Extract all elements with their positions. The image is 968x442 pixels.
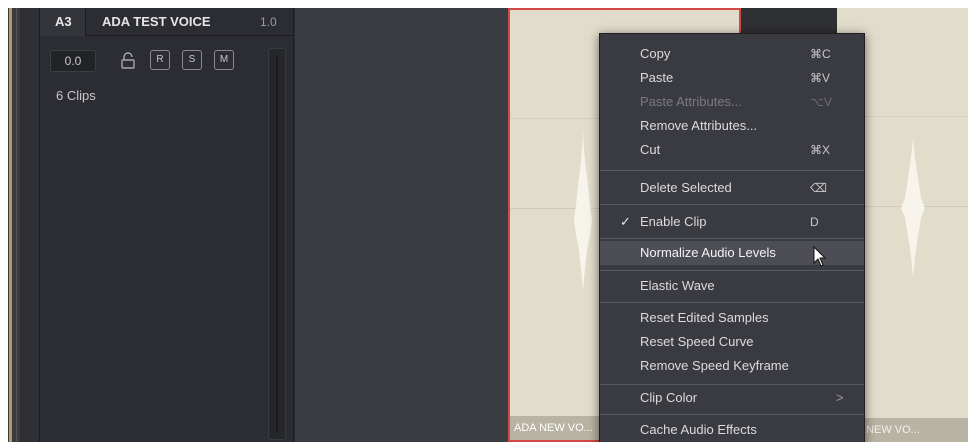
menu-item-remove-speed-keyframe[interactable]: Remove Speed Keyframe: [600, 354, 864, 378]
menu-item-enable-clip[interactable]: ✓ Enable Clip D: [600, 210, 864, 234]
mute-button[interactable]: M: [214, 50, 234, 70]
menu-item-reset-edited-samples[interactable]: Reset Edited Samples: [600, 306, 864, 330]
audio-level-meter: [268, 48, 286, 440]
track-header-a3: A3 ADA TEST VOICE 1.0 0.0 R S M 6 Clips: [40, 8, 294, 442]
edit-page-timeline-area: A3 ADA TEST VOICE 1.0 0.0 R S M 6 Clips …: [8, 8, 968, 442]
menu-item-clip-color[interactable]: Clip Color >: [600, 386, 864, 410]
track-name[interactable]: ADA TEST VOICE: [86, 8, 211, 36]
chevron-right-icon: >: [836, 390, 844, 405]
delete-key-icon: ⌫: [810, 181, 827, 195]
menu-separator: [600, 384, 864, 385]
checkmark-icon: ✓: [620, 214, 631, 229]
shortcut-enable-clip: D: [810, 215, 819, 229]
track-level-readout: 1.0: [260, 15, 277, 29]
shortcut-paste-attributes: ⌥V: [810, 95, 832, 109]
menu-item-remove-attributes[interactable]: Remove Attributes...: [600, 114, 864, 138]
pointer-cursor-icon: [813, 246, 827, 267]
menu-separator: [600, 238, 864, 239]
clips-count: 6 Clips: [56, 88, 96, 103]
menu-item-cut[interactable]: Cut ⌘X: [600, 138, 864, 162]
menu-item-reset-speed-curve[interactable]: Reset Speed Curve: [600, 330, 864, 354]
record-arm-button[interactable]: R: [150, 50, 170, 70]
waveform-left: [574, 130, 592, 290]
menu-separator: [600, 170, 864, 171]
waveform-right: [901, 138, 925, 278]
menu-item-elastic-wave[interactable]: Elastic Wave: [600, 274, 864, 298]
shortcut-paste: ⌘V: [810, 71, 831, 85]
shortcut-copy: ⌘C: [810, 47, 831, 61]
menu-separator: [600, 270, 864, 271]
menu-item-paste[interactable]: Paste ⌘V: [600, 66, 864, 90]
menu-separator: [600, 302, 864, 303]
menu-item-cache-audio-effects[interactable]: Cache Audio Effects: [600, 418, 864, 442]
left-rail: [8, 8, 20, 442]
clip-context-menu: Copy ⌘C Paste ⌘V Paste Attributes... ⌥V …: [599, 33, 865, 442]
shortcut-cut: ⌘X: [810, 143, 831, 157]
track-volume-field[interactable]: 0.0: [50, 50, 96, 72]
lock-icon[interactable]: [120, 52, 136, 70]
solo-button[interactable]: S: [182, 50, 202, 70]
track-tag[interactable]: A3: [40, 8, 86, 36]
menu-separator: [600, 204, 864, 205]
menu-item-copy[interactable]: Copy ⌘C: [600, 42, 864, 66]
track-color-strip: [9, 8, 12, 442]
menu-separator: [600, 414, 864, 415]
menu-item-delete-selected[interactable]: Delete Selected ⌫: [600, 176, 864, 200]
menu-item-paste-attributes: Paste Attributes... ⌥V: [600, 90, 864, 114]
